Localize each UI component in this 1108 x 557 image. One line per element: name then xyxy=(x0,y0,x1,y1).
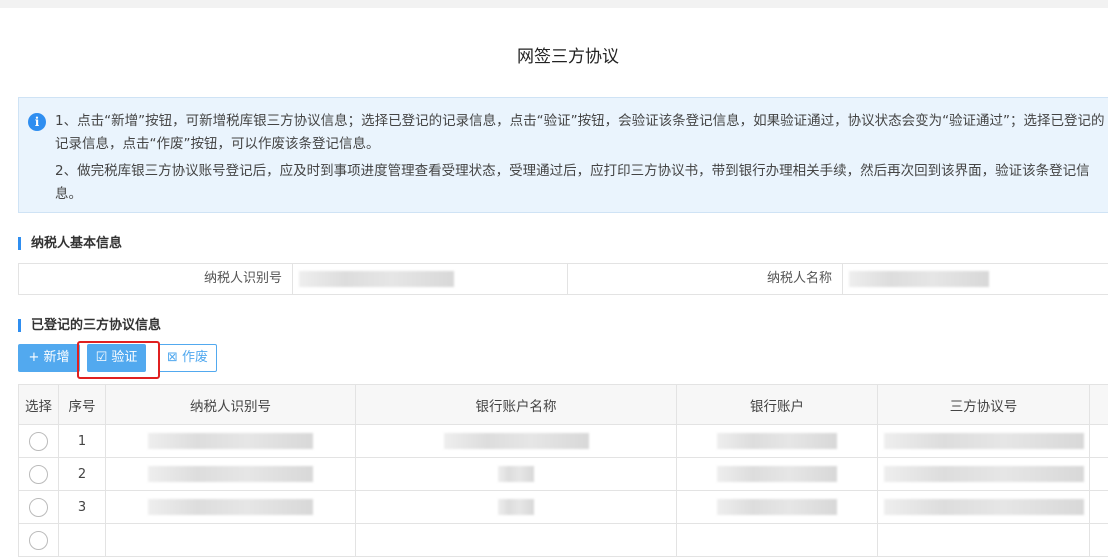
notice-line-2: 2、做完税库银三方协议账号登记后，应及时到事项进度管理查看受理状态，受理通过后，… xyxy=(55,160,1108,206)
agreement-table: 选择 序号 纳税人识别号 银行账户名称 银行账户 三方协议号 1 2 3 xyxy=(18,384,1108,557)
notice-box: i 1、点击“新增”按钮，可新增税库银三方协议信息；选择已登记的记录信息，点击“… xyxy=(18,97,1108,213)
table-row[interactable] xyxy=(19,524,1108,557)
table-row[interactable]: 1 xyxy=(19,425,1108,458)
taxpayer-name-label: 纳税人名称 xyxy=(568,264,843,294)
highlight-box xyxy=(77,341,160,379)
row-radio[interactable] xyxy=(29,465,48,484)
row-radio[interactable] xyxy=(29,432,48,451)
col-account-name: 银行账户名称 xyxy=(356,385,677,425)
table-row[interactable]: 2 xyxy=(19,458,1108,491)
table-header: 选择 序号 纳税人识别号 银行账户名称 银行账户 三方协议号 xyxy=(19,385,1108,425)
page-title: 网签三方协议 xyxy=(0,42,1108,67)
section-heading-basic: 纳税人基本信息 xyxy=(18,237,122,250)
col-taxpayer-id: 纳税人识别号 xyxy=(106,385,356,425)
taxpayer-id-label: 纳税人识别号 xyxy=(19,264,293,294)
table-row[interactable]: 3 xyxy=(19,491,1108,524)
add-button[interactable]: + 新增 xyxy=(18,344,80,372)
taxpayer-info: 纳税人识别号 纳税人名称 xyxy=(18,263,1108,295)
col-account: 银行账户 xyxy=(677,385,878,425)
section-heading-registered: 已登记的三方协议信息 xyxy=(18,319,161,332)
taxpayer-name-value xyxy=(843,264,1108,294)
row-radio[interactable] xyxy=(29,531,48,550)
info-icon: i xyxy=(28,113,46,131)
col-no: 序号 xyxy=(59,385,106,425)
taxpayer-id-value xyxy=(293,264,568,294)
top-bar xyxy=(0,0,1108,8)
void-button[interactable]: ⊠ 作废 xyxy=(158,344,217,372)
row-radio[interactable] xyxy=(29,498,48,517)
col-extra xyxy=(1090,385,1108,425)
col-agreement-no: 三方协议号 xyxy=(878,385,1090,425)
notice-line-1: 1、点击“新增”按钮，可新增税库银三方协议信息；选择已登记的记录信息，点击“验证… xyxy=(55,110,1108,156)
col-select: 选择 xyxy=(19,385,59,425)
